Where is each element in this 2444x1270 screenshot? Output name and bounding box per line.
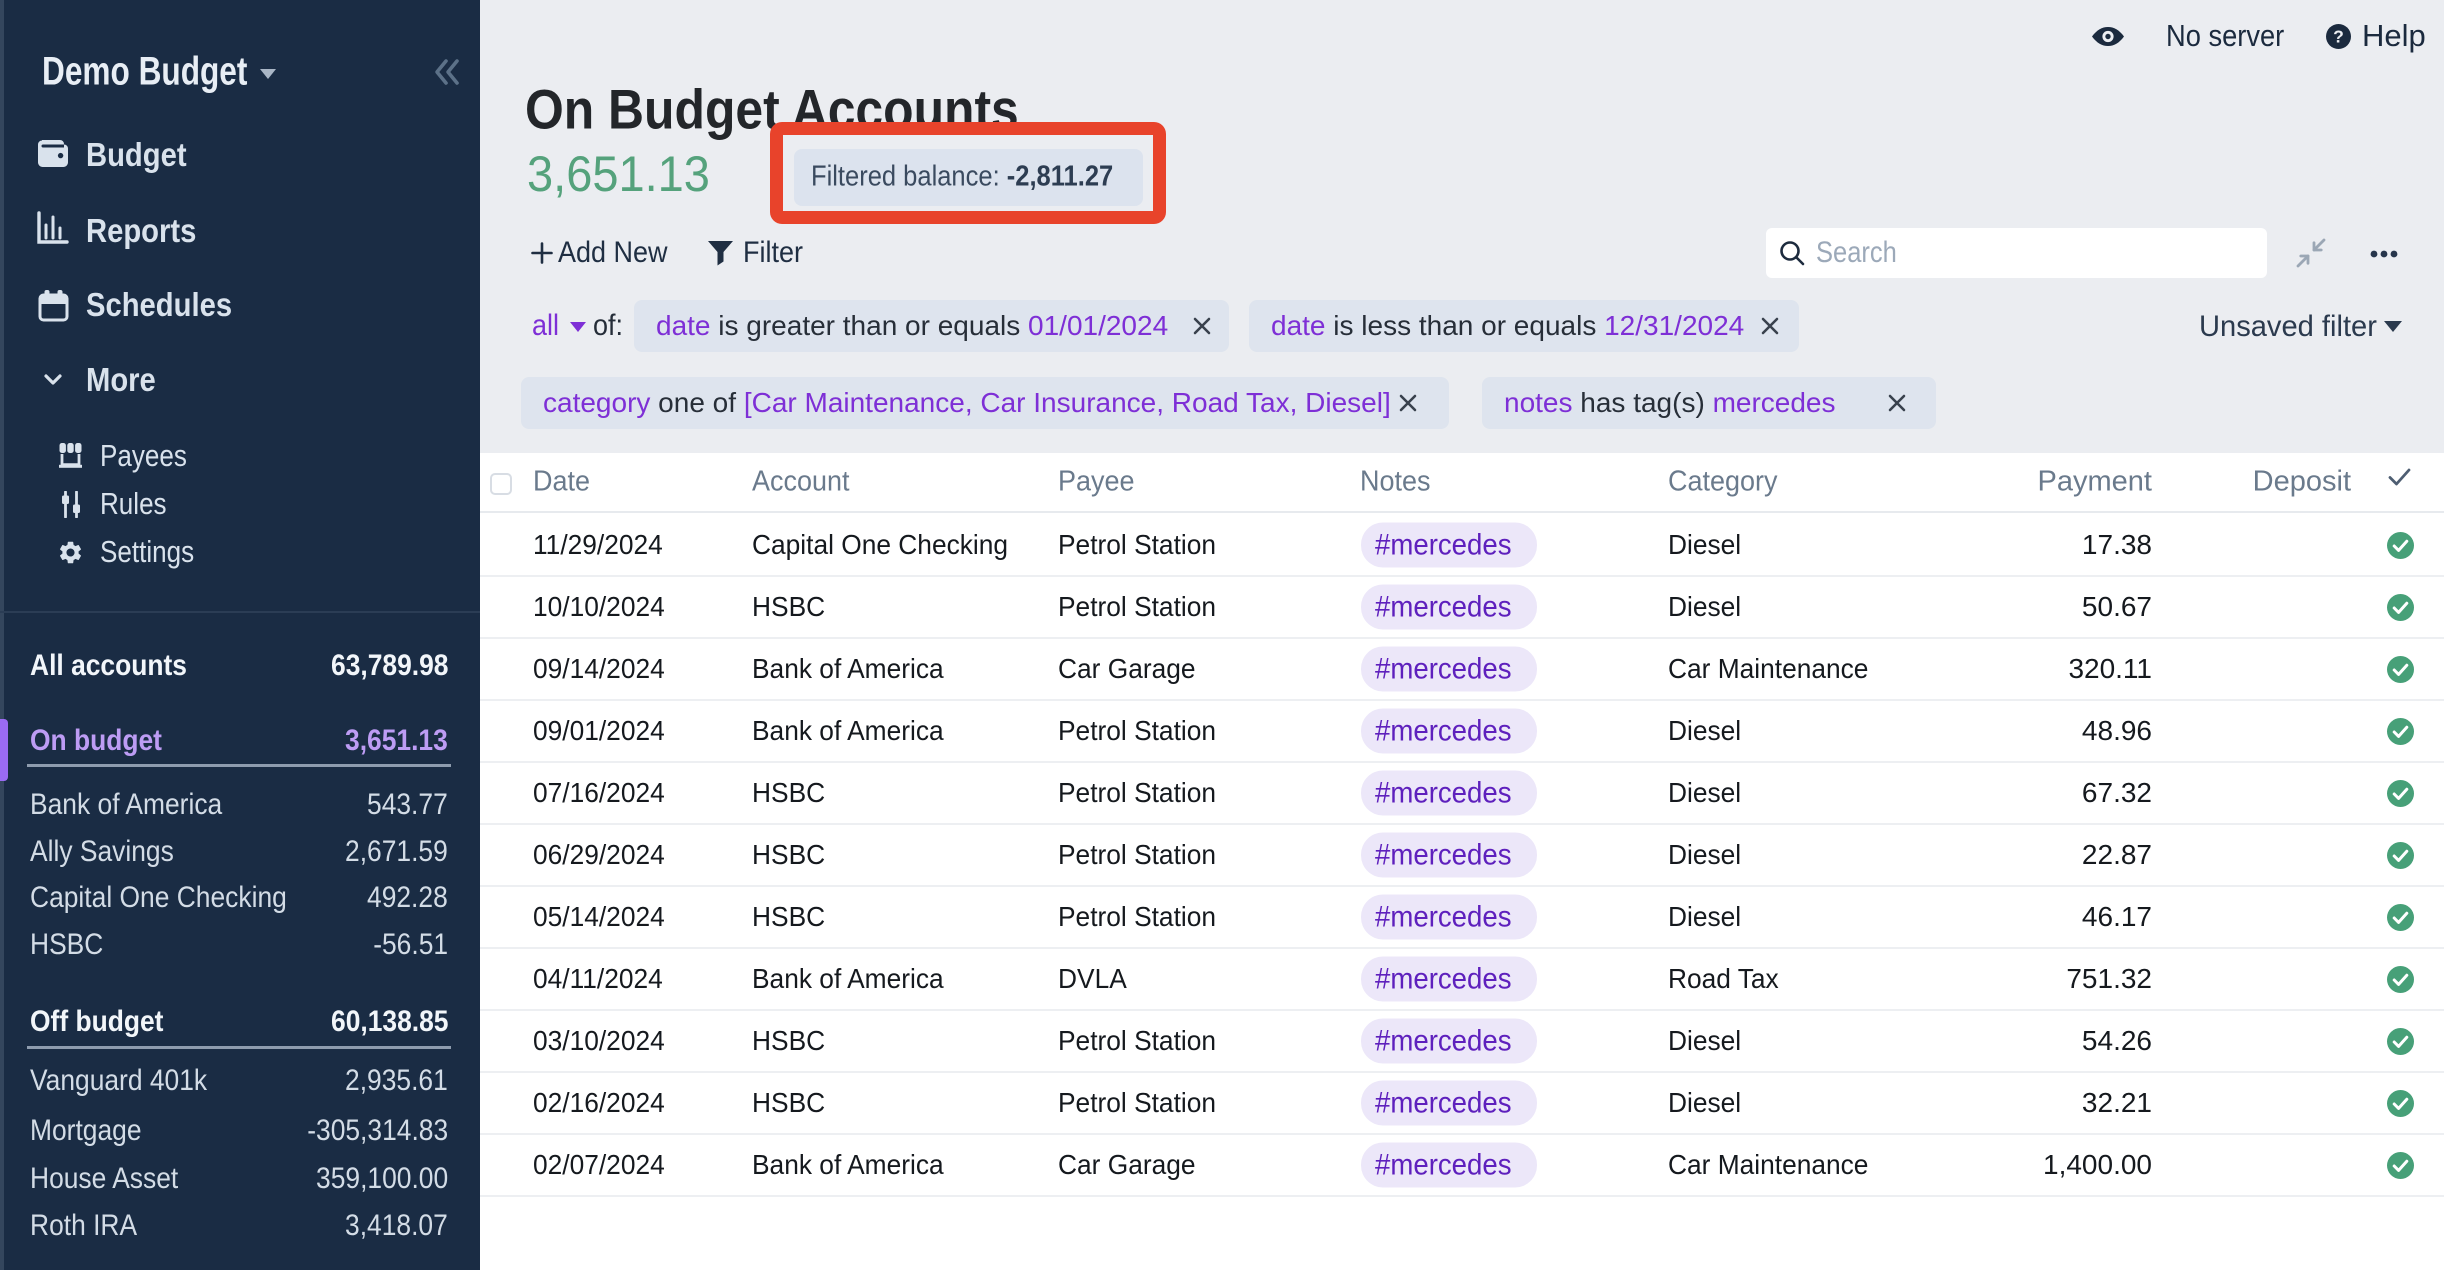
svg-text:?: ? [2333,26,2344,46]
